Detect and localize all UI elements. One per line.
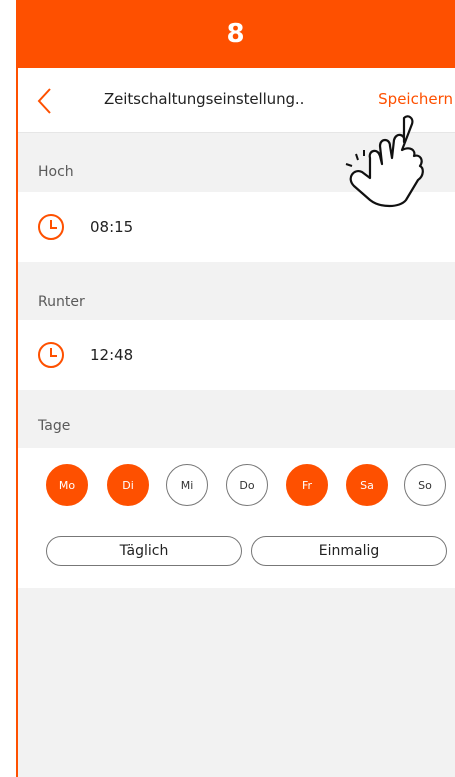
section-label-days: Tage xyxy=(38,418,71,434)
section-label-down: Runter xyxy=(38,294,85,310)
day-toggle-sa[interactable]: Sa xyxy=(346,464,388,506)
step-number: 8 xyxy=(226,19,245,49)
daily-button[interactable]: Täglich xyxy=(46,536,242,566)
day-toggle-mi[interactable]: Mi xyxy=(166,464,208,506)
days-panel: Mo Di Mi Do Fr Sa So Täglich Einmalig xyxy=(18,448,455,588)
once-button[interactable]: Einmalig xyxy=(251,536,447,566)
chevron-left-icon[interactable] xyxy=(34,86,56,116)
step-number-banner: 8 xyxy=(16,0,455,68)
day-toggle-so[interactable]: So xyxy=(404,464,446,506)
page-title: Zeitschaltungseinstellung.. xyxy=(104,90,305,108)
down-time-row[interactable]: 12:48 xyxy=(18,320,455,390)
save-button[interactable]: Speichern xyxy=(378,90,453,108)
day-toggle-di[interactable]: Di xyxy=(107,464,149,506)
section-label-up: Hoch xyxy=(38,164,74,180)
up-time-value: 08:15 xyxy=(90,218,134,236)
day-toggle-do[interactable]: Do xyxy=(226,464,268,506)
day-toggle-fr[interactable]: Fr xyxy=(286,464,328,506)
down-time-value: 12:48 xyxy=(90,346,134,364)
clock-icon xyxy=(38,342,64,368)
tap-hand-icon xyxy=(345,115,424,208)
clock-icon xyxy=(38,214,64,240)
day-toggle-mo[interactable]: Mo xyxy=(46,464,88,506)
phone-screen: Zeitschaltungseinstellung.. Speichern Ho… xyxy=(16,68,455,777)
